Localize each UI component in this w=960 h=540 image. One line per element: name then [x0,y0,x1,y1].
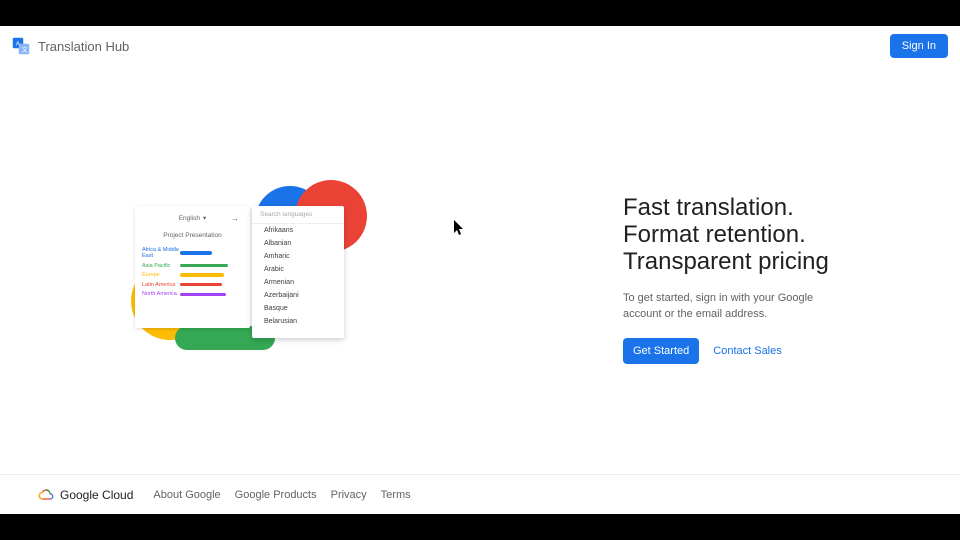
google-cloud-label: Google Cloud [60,488,133,502]
presentation-card: English ▾ → Project Presentation Africa … [135,206,250,328]
language-selector[interactable]: English ▾ → [142,212,243,228]
language-option[interactable]: Albanian [252,237,344,250]
language-option[interactable]: Armenian [252,276,344,289]
get-started-button[interactable]: Get Started [623,338,699,364]
footer-link[interactable]: Privacy [331,489,367,501]
region-bar [180,283,222,287]
region-row: Europe [142,272,243,278]
footer-link[interactable]: Google Products [235,489,317,501]
region-bar [180,264,228,268]
region-label: North America [142,291,180,297]
language-dropdown: Search languages AfrikaansAlbanianAmhari… [252,206,344,338]
region-label: Asia Pacific [142,263,180,269]
google-cloud-logo-block[interactable]: Google Cloud [38,487,133,503]
app-logo-block[interactable]: A 文 Translation Hub [12,37,129,55]
region-row: North America [142,291,243,297]
google-cloud-icon [38,487,54,503]
page-footer: Google Cloud About Google Google Products… [0,474,960,514]
language-option[interactable]: Arabic [252,263,344,276]
region-label: Europe [142,272,180,278]
svg-text:A: A [16,41,20,47]
footer-link[interactable]: Terms [381,489,411,501]
region-bar [180,293,226,297]
region-row: Africa & Middle East [142,247,243,259]
language-selector-label: English [179,215,200,222]
hero-headline-3: Transparent pricing [623,248,829,275]
language-option[interactable]: Basque [252,302,344,315]
region-label: Africa & Middle East [142,247,180,259]
language-option[interactable]: Afrikaans [252,224,344,237]
language-option[interactable]: Azerbaijani [252,289,344,302]
hero-subtext: To get started, sign in with your Google… [623,291,823,323]
letterbox-top [0,0,960,26]
chevron-down-icon: ▾ [203,214,206,222]
sign-in-button[interactable]: Sign In [890,34,948,58]
language-option[interactable]: Amharic [252,250,344,263]
region-row: Asia Pacific [142,263,243,269]
contact-sales-button[interactable]: Contact Sales [713,338,781,364]
hero-text: Fast translation. Format retention. Tran… [623,195,903,364]
hero-headline-2: Format retention. [623,221,806,248]
cursor-icon [454,220,466,236]
region-bar [180,251,212,255]
app-header: A 文 Translation Hub Sign In [0,26,960,66]
region-bar [180,273,224,277]
presentation-title: Project Presentation [142,232,243,239]
hero-headline-1: Fast translation. [623,194,794,221]
app-title: Translation Hub [38,39,129,54]
language-search-input[interactable]: Search languages [252,206,344,224]
letterbox-bottom [0,514,960,540]
region-row: Latin America [142,282,243,288]
translate-icon: A 文 [12,37,30,55]
footer-link[interactable]: About Google [153,489,220,501]
region-label: Latin America [142,282,180,288]
swap-arrow-icon: → [231,214,239,223]
language-option[interactable]: Belarusian [252,315,344,328]
